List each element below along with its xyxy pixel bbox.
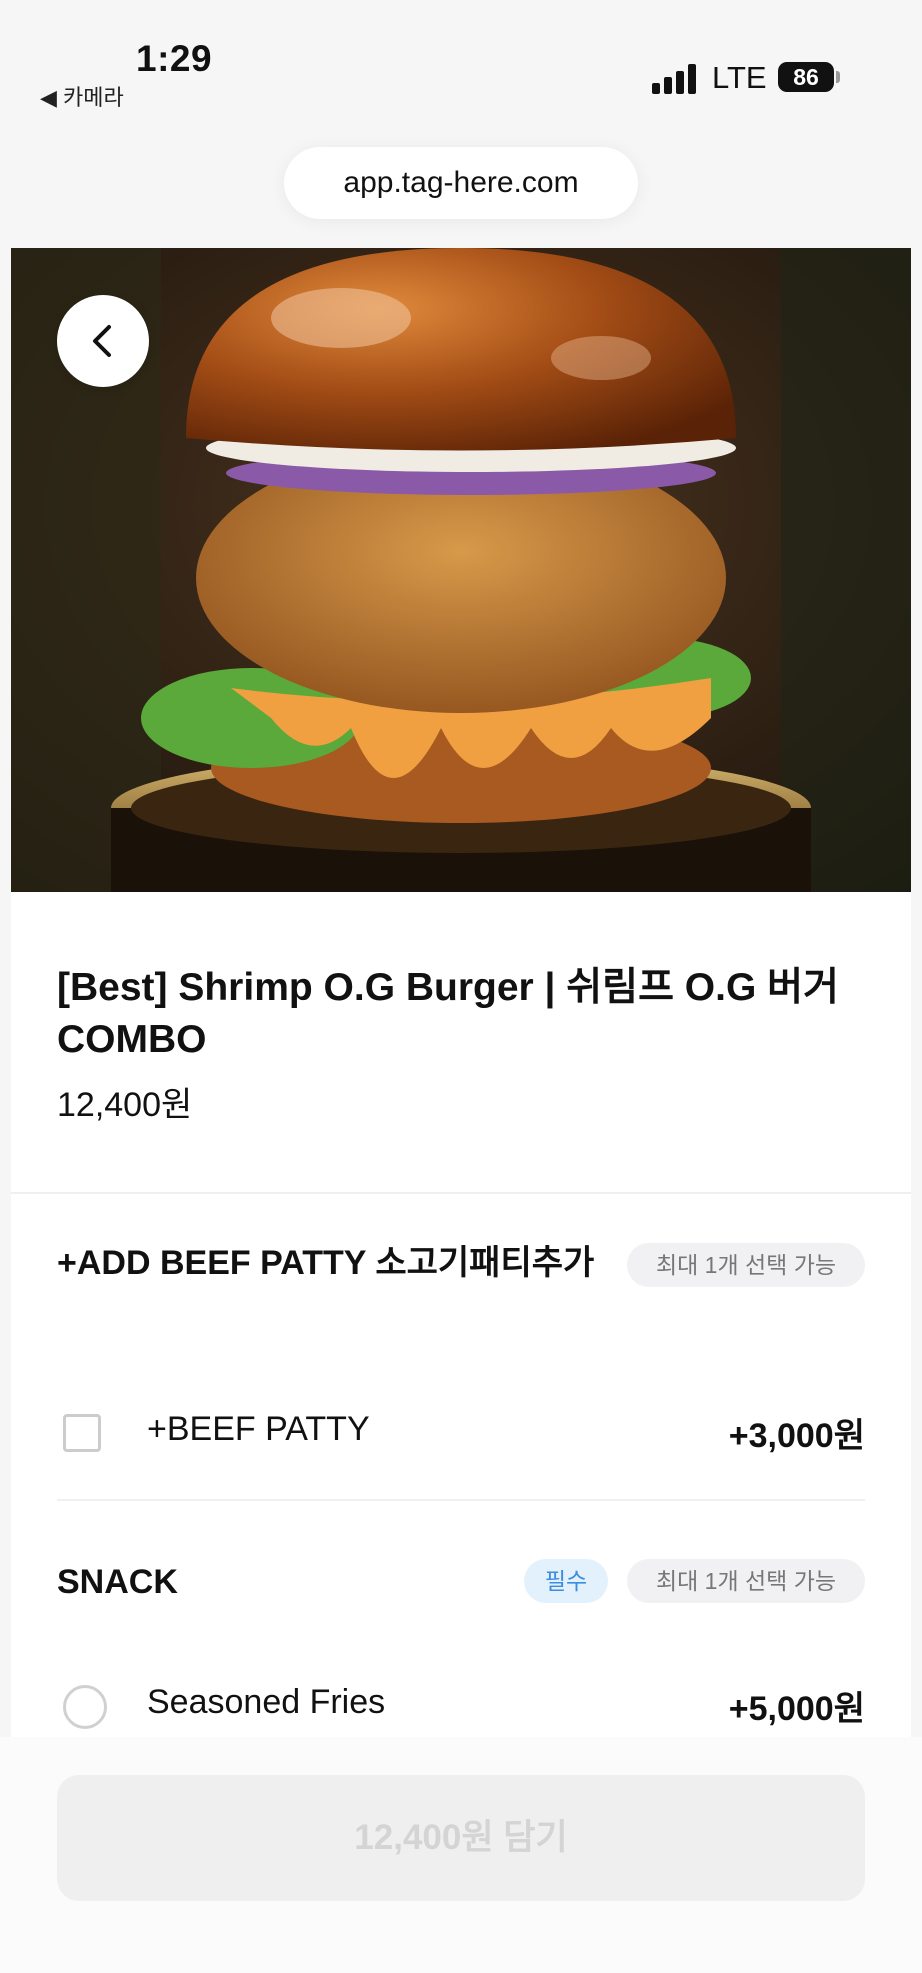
option-beef-patty[interactable]: +BEEF PATTY +3,000원: [57, 1404, 865, 1464]
limit-chip: 최대 1개 선택 가능: [627, 1559, 865, 1603]
option-price: +5,000원: [728, 1690, 865, 1728]
product-title: [Best] Shrimp O.G Burger | 쉬림프 O.G 버거 CO…: [57, 966, 839, 1061]
footer: 12,400원 담기: [0, 1737, 922, 1973]
row-divider: [57, 1499, 865, 1501]
option-label: +BEEF PATTY: [147, 1410, 370, 1448]
chevron-left-icon: [93, 325, 111, 357]
required-chip: 필수: [524, 1559, 608, 1603]
option-group-title: SNACK: [57, 1563, 178, 1601]
battery-icon: 86: [778, 62, 834, 92]
section-divider: [11, 1192, 911, 1194]
status-time: 1:29: [136, 38, 213, 79]
status-bar: 1:29 ◀ 카메라 LTE 86: [0, 0, 922, 130]
checkbox[interactable]: [63, 1414, 101, 1452]
url-bar[interactable]: app.tag-here.com: [284, 147, 638, 219]
option-seasoned-fries[interactable]: Seasoned Fries +5,000원: [57, 1677, 865, 1737]
signal-icon: [652, 64, 698, 94]
back-button[interactable]: [57, 295, 149, 387]
back-to-app-link[interactable]: ◀ 카메라: [40, 80, 124, 112]
battery-tip: [836, 71, 840, 83]
radio-button[interactable]: [63, 1685, 107, 1729]
option-group-title: +ADD BEEF PATTY 소고기패티추가: [57, 1244, 595, 1282]
option-label: Seasoned Fries: [147, 1683, 386, 1721]
product-price: 12,400원: [57, 1086, 193, 1124]
product-details: [Best] Shrimp O.G Burger | 쉬림프 O.G 버거 CO…: [11, 892, 911, 1737]
network-type: LTE: [712, 60, 767, 95]
option-price: +3,000원: [728, 1417, 865, 1455]
limit-chip: 최대 1개 선택 가능: [627, 1243, 865, 1287]
add-to-cart-button[interactable]: 12,400원 담기: [57, 1775, 865, 1901]
